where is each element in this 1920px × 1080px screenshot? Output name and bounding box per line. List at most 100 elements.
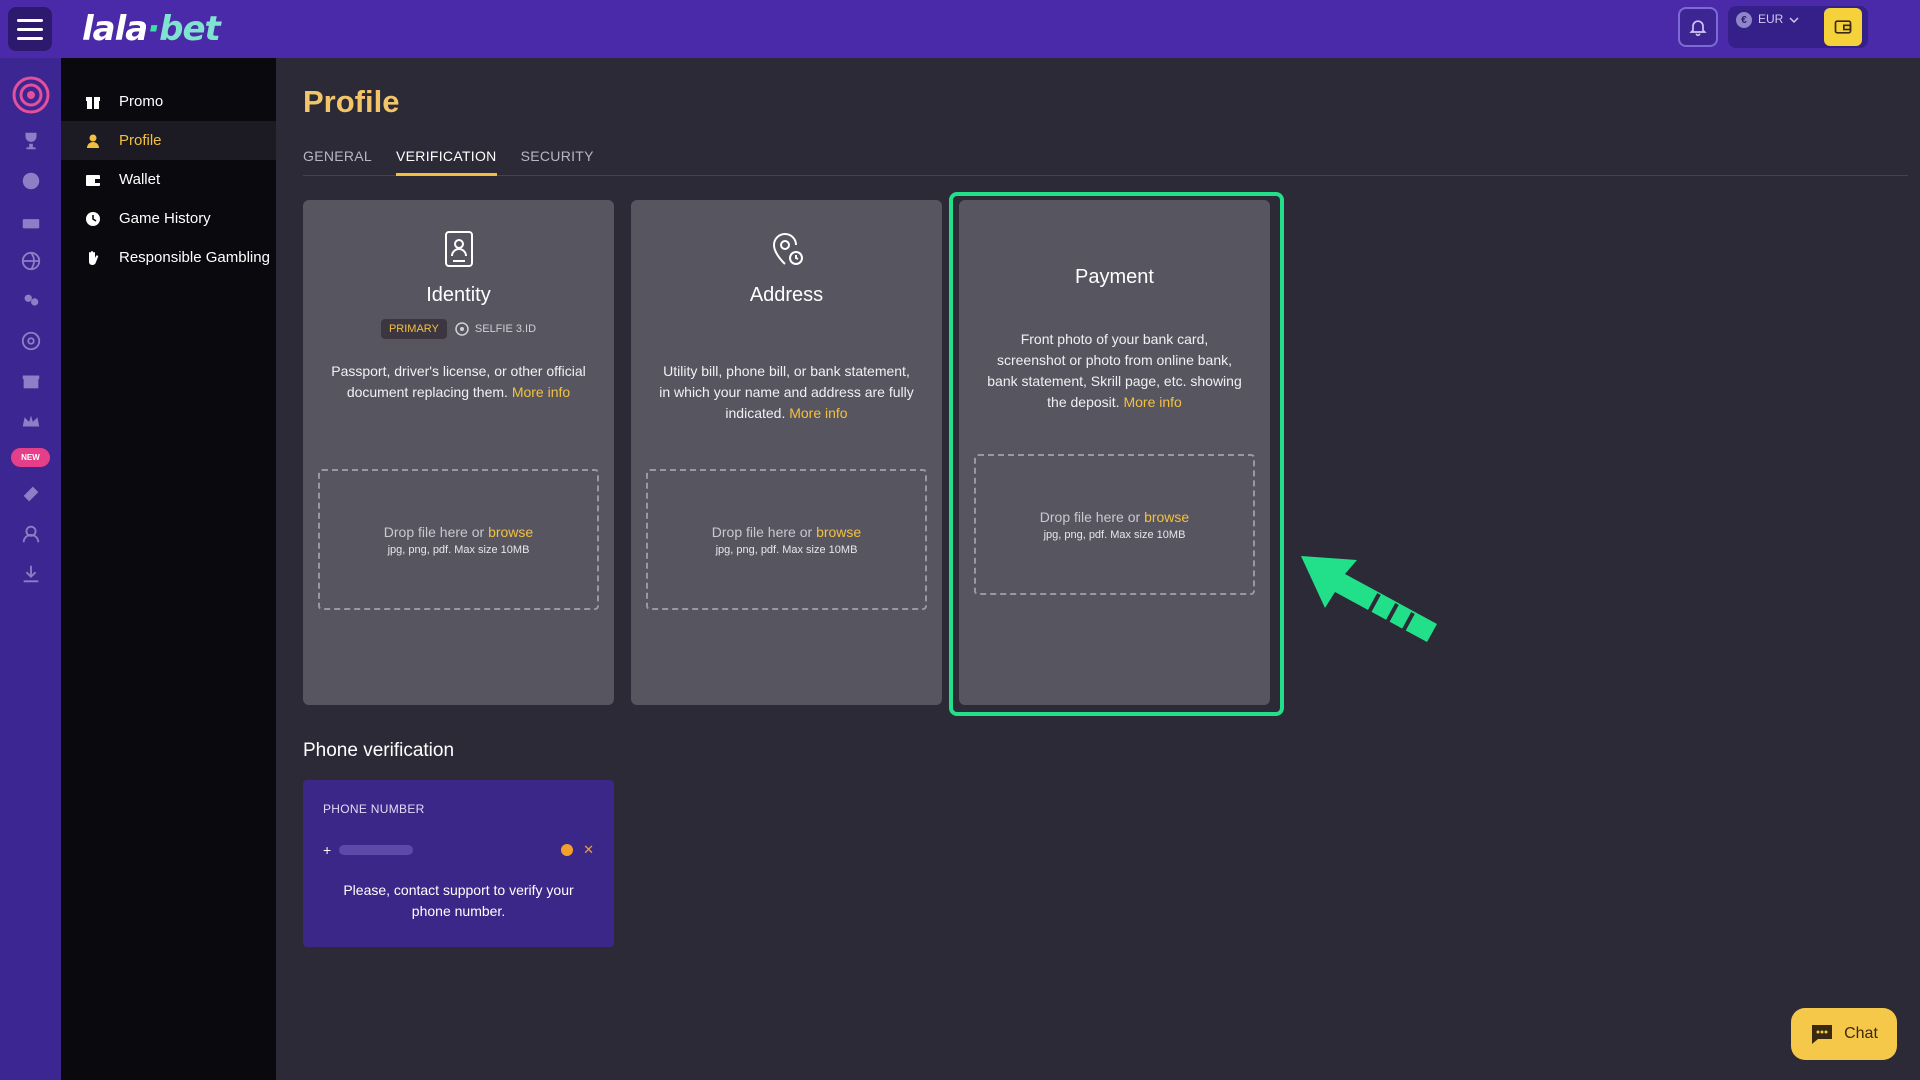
card-description: Passport, driver's license, or other off… <box>329 361 588 403</box>
roulette-icon <box>21 331 40 351</box>
phone-number-label: PHONE NUMBER <box>323 802 425 816</box>
chat-label: Chat <box>1844 1025 1878 1042</box>
phone-support-message: Please, contact support to verify your p… <box>343 882 574 919</box>
sidebar-item-label: Promo <box>119 93 164 110</box>
dropzone-text: Drop file here or <box>711 523 813 540</box>
sidebar-item-promo[interactable]: Promo <box>61 82 276 121</box>
location-pin-icon <box>772 233 803 265</box>
menu-toggle-button[interactable] <box>8 7 52 51</box>
selfie-badge-label: SELFIE 3.ID <box>474 323 537 335</box>
currency-balance[interactable]: € EUR <box>1728 6 1868 48</box>
sidebar-item-game-history[interactable]: Game History <box>61 199 276 238</box>
hamburger-icon <box>17 27 43 31</box>
browse-link[interactable]: browse <box>488 524 533 540</box>
rail-item-gifts[interactable] <box>18 368 44 394</box>
dropzone-spec: jpg, png, pdf. Max size 10MB <box>1043 528 1186 541</box>
deposit-wallet-button[interactable] <box>1824 8 1862 46</box>
logo-dot: · <box>147 9 160 49</box>
new-badge[interactable]: NEW <box>11 448 50 467</box>
download-icon <box>23 565 38 583</box>
target-icon <box>12 76 49 114</box>
rail-item-casino[interactable] <box>12 76 50 114</box>
dropzone-spec: jpg, png, pdf. Max size 10MB <box>387 543 530 556</box>
dropzone-text: Drop file here or <box>1039 508 1141 525</box>
sidebar-item-label: Responsible Gambling <box>119 249 270 266</box>
page-title: Profile <box>303 84 400 119</box>
phone-number-field[interactable]: + ✕ <box>323 840 594 860</box>
rail-item-vip[interactable] <box>18 408 44 434</box>
user-support-icon <box>22 525 39 543</box>
cake-icon <box>22 219 39 229</box>
sidebar-item-label: Profile <box>119 132 162 149</box>
rail-item-roulette[interactable] <box>18 328 44 354</box>
logo-text: lala <box>82 9 148 49</box>
wallet-icon <box>1834 20 1852 34</box>
more-info-link[interactable]: More info <box>1123 394 1181 410</box>
clock-icon <box>86 211 100 226</box>
top-bar: lala·bet € EUR <box>0 0 1920 58</box>
browse-link[interactable]: browse <box>1144 509 1189 525</box>
identity-dropzone[interactable]: Drop file here or browse jpg, png, pdf. … <box>318 469 599 610</box>
warning-icon <box>561 844 574 856</box>
currency-label: EUR <box>1758 12 1784 26</box>
card-title: Address <box>749 284 824 306</box>
rail-item-tickets[interactable] <box>18 481 44 507</box>
phone-number-redacted <box>339 845 414 855</box>
chat-button[interactable]: Chat <box>1791 1008 1897 1060</box>
sidebar-item-wallet[interactable]: Wallet <box>61 160 276 199</box>
ball-icon <box>22 172 39 190</box>
card-description-text: Utility bill, phone bill, or bank statem… <box>659 363 914 421</box>
dropzone-spec: jpg, png, pdf. Max size 10MB <box>715 543 858 556</box>
payment-dropzone[interactable]: Drop file here or browse jpg, png, pdf. … <box>974 454 1255 595</box>
hamburger-icon <box>17 36 43 40</box>
sidebar-item-label: Wallet <box>119 171 161 188</box>
hamburger-icon <box>17 18 43 22</box>
header-actions: € EUR <box>1678 6 1868 48</box>
gift-icon <box>22 375 39 389</box>
site-logo[interactable]: lala·bet <box>82 9 221 49</box>
rail-item-globe[interactable] <box>18 248 44 274</box>
address-dropzone[interactable]: Drop file here or browse jpg, png, pdf. … <box>646 469 927 610</box>
icon-rail: NEW <box>0 58 61 1080</box>
rail-item-group[interactable] <box>18 288 44 314</box>
hand-icon <box>89 250 99 265</box>
phone-verification-card: PHONE NUMBER + ✕ Please, contact support… <box>303 780 614 947</box>
tab-verification[interactable]: VERIFICATION <box>396 140 497 176</box>
rail-item-sports[interactable] <box>18 168 44 194</box>
phone-prefix: + <box>323 842 332 858</box>
payment-card: Payment Front photo of your bank card, s… <box>959 200 1270 705</box>
notifications-button[interactable] <box>1678 7 1718 47</box>
trophy-icon <box>25 132 36 150</box>
ticket-icon <box>23 486 38 502</box>
address-card: Address Utility bill, phone bill, or ban… <box>631 200 942 705</box>
rail-item-download[interactable] <box>18 561 44 587</box>
tab-general[interactable]: GENERAL <box>303 140 372 176</box>
dropzone-text: Drop file here or <box>383 523 485 540</box>
close-icon[interactable]: ✕ <box>583 842 594 858</box>
card-description-text: Front photo of your bank card, screensho… <box>987 331 1242 410</box>
info-circle-icon <box>455 322 469 336</box>
more-info-link[interactable]: More info <box>789 405 847 421</box>
id-document-icon <box>444 231 473 267</box>
rail-item-tournaments[interactable] <box>18 128 44 154</box>
wallet-icon <box>86 174 100 186</box>
identity-card: Identity PRIMARY SELFIE 3.ID Passport, d… <box>303 200 614 705</box>
sidebar-item-responsible-gambling[interactable]: Responsible Gambling <box>61 238 276 277</box>
phone-verification-title: Phone verification <box>303 740 455 761</box>
group-icon <box>24 294 38 306</box>
rail-item-live[interactable] <box>18 208 44 234</box>
logo-suffix: bet <box>159 9 221 49</box>
globe-icon <box>21 251 40 271</box>
rail-item-support[interactable] <box>18 521 44 547</box>
crown-icon <box>22 415 39 427</box>
more-info-link[interactable]: More info <box>512 384 570 400</box>
tab-security[interactable]: SECURITY <box>521 140 594 176</box>
card-title: Identity <box>426 284 491 306</box>
gift-icon <box>86 96 100 109</box>
browse-link[interactable]: browse <box>816 524 861 540</box>
sidebar-item-profile[interactable]: Profile <box>61 121 276 160</box>
user-icon <box>87 134 99 148</box>
profile-sidebar: Promo Profile Wallet Game History Respon… <box>61 58 276 1080</box>
profile-tabs: GENERAL VERIFICATION SECURITY <box>303 140 1908 176</box>
bell-icon <box>1689 20 1707 37</box>
